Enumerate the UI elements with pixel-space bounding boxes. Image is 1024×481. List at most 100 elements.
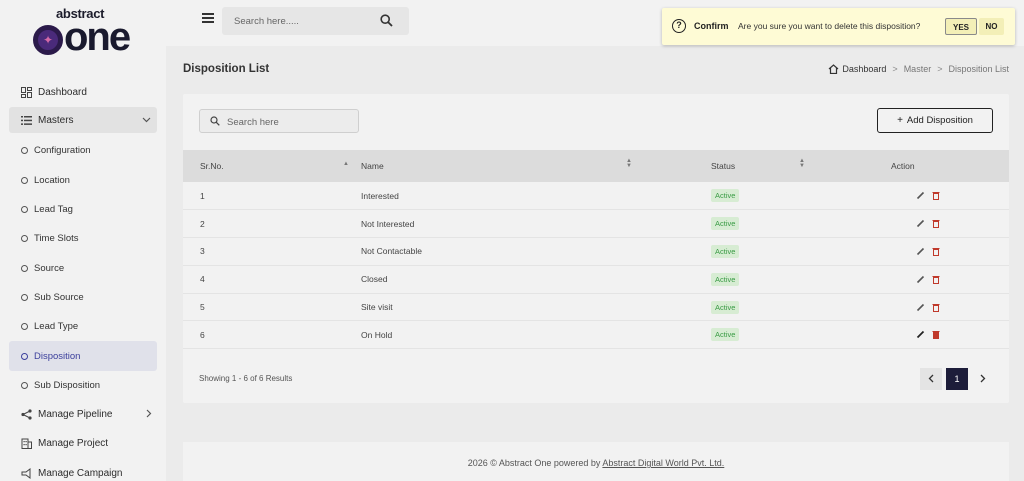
column-header-label: Name (361, 161, 384, 171)
sidebar-subitem-configuration[interactable]: Configuration (0, 136, 166, 165)
circle-icon (21, 206, 28, 214)
sidebar-item-manage-project[interactable]: Manage Project (0, 429, 166, 458)
previous-page-button[interactable] (920, 367, 942, 390)
pagination-summary: Showing 1 - 6 of 6 Results (199, 374, 293, 383)
cell-name: Site visit (361, 302, 393, 313)
cell-name: Closed (361, 274, 388, 285)
sidebar-subitem-label: Lead Type (34, 321, 79, 333)
breadcrumb-current: Disposition List (948, 64, 1009, 74)
home-icon (828, 64, 839, 74)
question-icon: ? (672, 19, 686, 33)
cell-action (891, 238, 1009, 266)
confirm-yes-button[interactable]: YES (945, 18, 977, 35)
sort-asc-icon[interactable]: ▲ (343, 161, 349, 167)
circle-icon (21, 176, 28, 184)
sidebar-item-masters[interactable]: Masters (9, 107, 157, 134)
sidebar-item-manage-campaign[interactable]: Manage Campaign (0, 459, 166, 481)
sidebar-subitem-label: Configuration (34, 145, 91, 157)
edit-icon[interactable] (916, 219, 925, 228)
sidebar-subitem-source[interactable]: Source (0, 253, 166, 282)
table-search-input[interactable]: Search here (199, 109, 359, 133)
column-header-name[interactable]: Name ▲ ▼ (361, 150, 711, 182)
add-disposition-button[interactable]: + Add Disposition (877, 108, 993, 133)
delete-icon[interactable] (932, 219, 940, 229)
global-search-input[interactable]: Search here..... (222, 7, 409, 35)
chevron-right-icon (146, 409, 152, 421)
breadcrumb-master[interactable]: Master (904, 64, 932, 74)
column-header-srno[interactable]: Sr.No. ▲ (183, 150, 361, 182)
column-header-label: Status (711, 161, 736, 171)
circle-icon (21, 235, 28, 243)
cell-action (891, 293, 1009, 321)
cell-action (891, 182, 1009, 210)
sidebar-subitem-sub-disposition[interactable]: Sub Disposition (0, 371, 166, 400)
breadcrumb-dashboard[interactable]: Dashboard (842, 64, 886, 74)
sidebar-subitem-lead-type[interactable]: Lead Type (0, 312, 166, 341)
circle-icon (21, 293, 28, 301)
sidebar-subitem-label: Time Slots (34, 233, 79, 245)
sidebar-item-dashboard[interactable]: Dashboard (0, 78, 166, 107)
footer-text: 2026 © Abstract One powered by (467, 458, 603, 468)
confirm-no-button[interactable]: NO (979, 18, 1004, 35)
circle-icon (21, 352, 28, 360)
sort-icon[interactable]: ▲ ▼ (626, 158, 632, 169)
logo-main-text: one (64, 15, 131, 59)
footer: 2026 © Abstract One powered by Abstract … (183, 442, 1009, 481)
sidebar-subitem-sub-source[interactable]: Sub Source (0, 283, 166, 312)
sidebar-subitem-label: Location (34, 174, 70, 186)
sidebar-nav: Dashboard Masters Configuration Location… (0, 78, 166, 481)
table-row: 4 Closed Active (183, 265, 1009, 294)
edit-icon[interactable] (916, 275, 925, 284)
sidebar-subitem-location[interactable]: Location (0, 166, 166, 195)
sidebar-subitem-time-slots[interactable]: Time Slots (0, 224, 166, 253)
sidebar-item-label: Manage Project (38, 438, 109, 450)
edit-icon[interactable] (916, 303, 925, 312)
sidebar-subitem-disposition[interactable]: Disposition (9, 341, 157, 371)
column-header-status[interactable]: Status ▲ ▼ (711, 150, 891, 182)
circle-icon (21, 381, 28, 389)
delete-icon[interactable] (932, 191, 940, 201)
edit-icon[interactable] (916, 191, 925, 200)
sort-icon[interactable]: ▲ ▼ (799, 158, 805, 169)
page-button[interactable]: 1 (946, 367, 968, 390)
disposition-table: Sr.No. ▲ Name ▲ ▼ Status ▲ ▼ Action 1 In… (183, 150, 1009, 349)
next-page-button[interactable] (972, 368, 994, 390)
sidebar-item-label: Manage Pipeline (38, 409, 113, 421)
status-badge: Active (711, 217, 740, 231)
footer-company-link[interactable]: Abstract Digital World Pvt. Ltd. (602, 458, 724, 468)
edit-icon[interactable] (916, 330, 925, 339)
hamburger-menu-icon[interactable] (202, 13, 214, 23)
cell-srno: 6 (200, 329, 205, 340)
sidebar-subitem-label: Lead Tag (34, 204, 73, 216)
add-disposition-label: Add Disposition (906, 115, 973, 126)
pagination: 1 (920, 367, 994, 390)
table-row: 1 Interested Active (183, 182, 1009, 210)
delete-icon[interactable] (932, 330, 940, 340)
confirm-title: Confirm (694, 21, 729, 31)
status-badge: Active (711, 300, 740, 314)
table-row: 3 Not Contactable Active (183, 238, 1009, 266)
sidebar-item-label: Manage Campaign (38, 467, 123, 479)
circle-icon (21, 264, 28, 272)
cell-name: Interested (361, 190, 399, 201)
delete-icon[interactable] (932, 303, 940, 312)
sidebar-item-manage-pipeline[interactable]: Manage Pipeline (0, 400, 166, 429)
delete-icon[interactable] (932, 275, 940, 284)
status-badge: Active (711, 328, 740, 342)
edit-icon[interactable] (916, 247, 925, 256)
cell-status: Active (711, 182, 891, 210)
search-icon[interactable] (380, 14, 393, 27)
cell-status: Active (711, 293, 891, 321)
cell-srno: 2 (200, 218, 205, 229)
cell-status: Active (711, 210, 891, 238)
search-placeholder: Search here (227, 117, 279, 128)
delete-icon[interactable] (932, 247, 940, 256)
circle-icon (21, 147, 28, 155)
app-logo[interactable]: abstract ✦ one (30, 6, 140, 60)
cell-name: On Hold (361, 329, 393, 340)
sidebar-subitem-lead-tag[interactable]: Lead Tag (0, 195, 166, 224)
cell-action (891, 210, 1009, 238)
cell-status: Active (711, 321, 891, 349)
dashboard-icon (20, 87, 32, 99)
search-placeholder: Search here..... (234, 16, 299, 27)
